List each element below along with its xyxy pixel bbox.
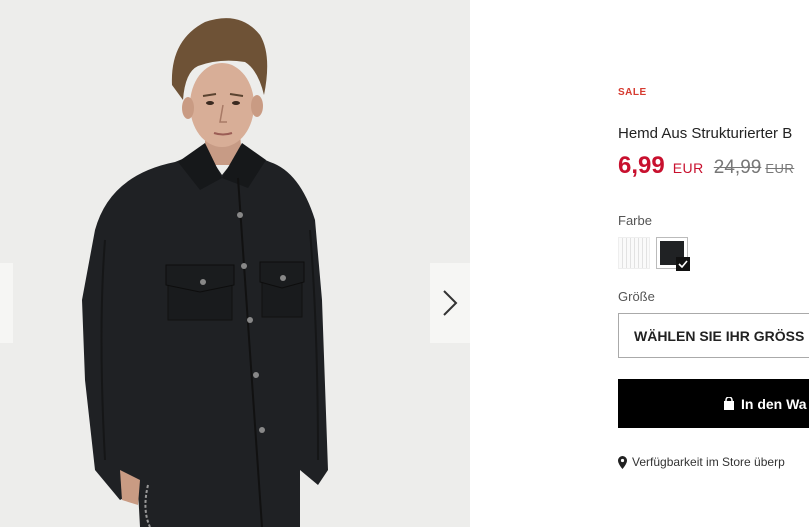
checkmark-icon <box>676 257 690 271</box>
previous-image-button[interactable] <box>0 263 13 343</box>
current-price: 6,99 <box>618 152 665 179</box>
sale-badge: SALE <box>618 87 647 98</box>
price-block: 6,99 EUR 24,99 EUR <box>618 152 794 180</box>
store-availability-label: Verfügbarkeit im Store überp <box>632 455 785 469</box>
product-photo <box>82 18 328 527</box>
product-details: SALE Hemd Aus Strukturierter B 6,99 EUR … <box>470 0 809 527</box>
add-to-cart-label: In den Wa <box>741 395 807 412</box>
size-select[interactable]: WÄHLEN SIE IHR GRÖSS <box>618 313 809 358</box>
store-availability-link[interactable]: Verfügbarkeit im Store überp <box>618 455 785 469</box>
color-label: Farbe <box>618 213 652 228</box>
color-swatch-black[interactable] <box>656 237 690 271</box>
chevron-right-icon <box>443 290 458 316</box>
old-price: 24,99 <box>713 157 762 178</box>
next-image-button[interactable] <box>430 263 470 343</box>
product-title: Hemd Aus Strukturierter B <box>618 125 793 142</box>
old-price-currency: EUR <box>765 161 795 176</box>
shopping-bag-icon <box>724 397 734 410</box>
size-label: Größe <box>618 289 655 304</box>
product-gallery <box>0 0 470 527</box>
add-to-cart-button[interactable]: In den Wa <box>618 379 809 428</box>
current-price-currency: EUR <box>672 160 704 176</box>
map-pin-icon <box>618 455 627 469</box>
color-swatch-white[interactable] <box>618 237 650 269</box>
